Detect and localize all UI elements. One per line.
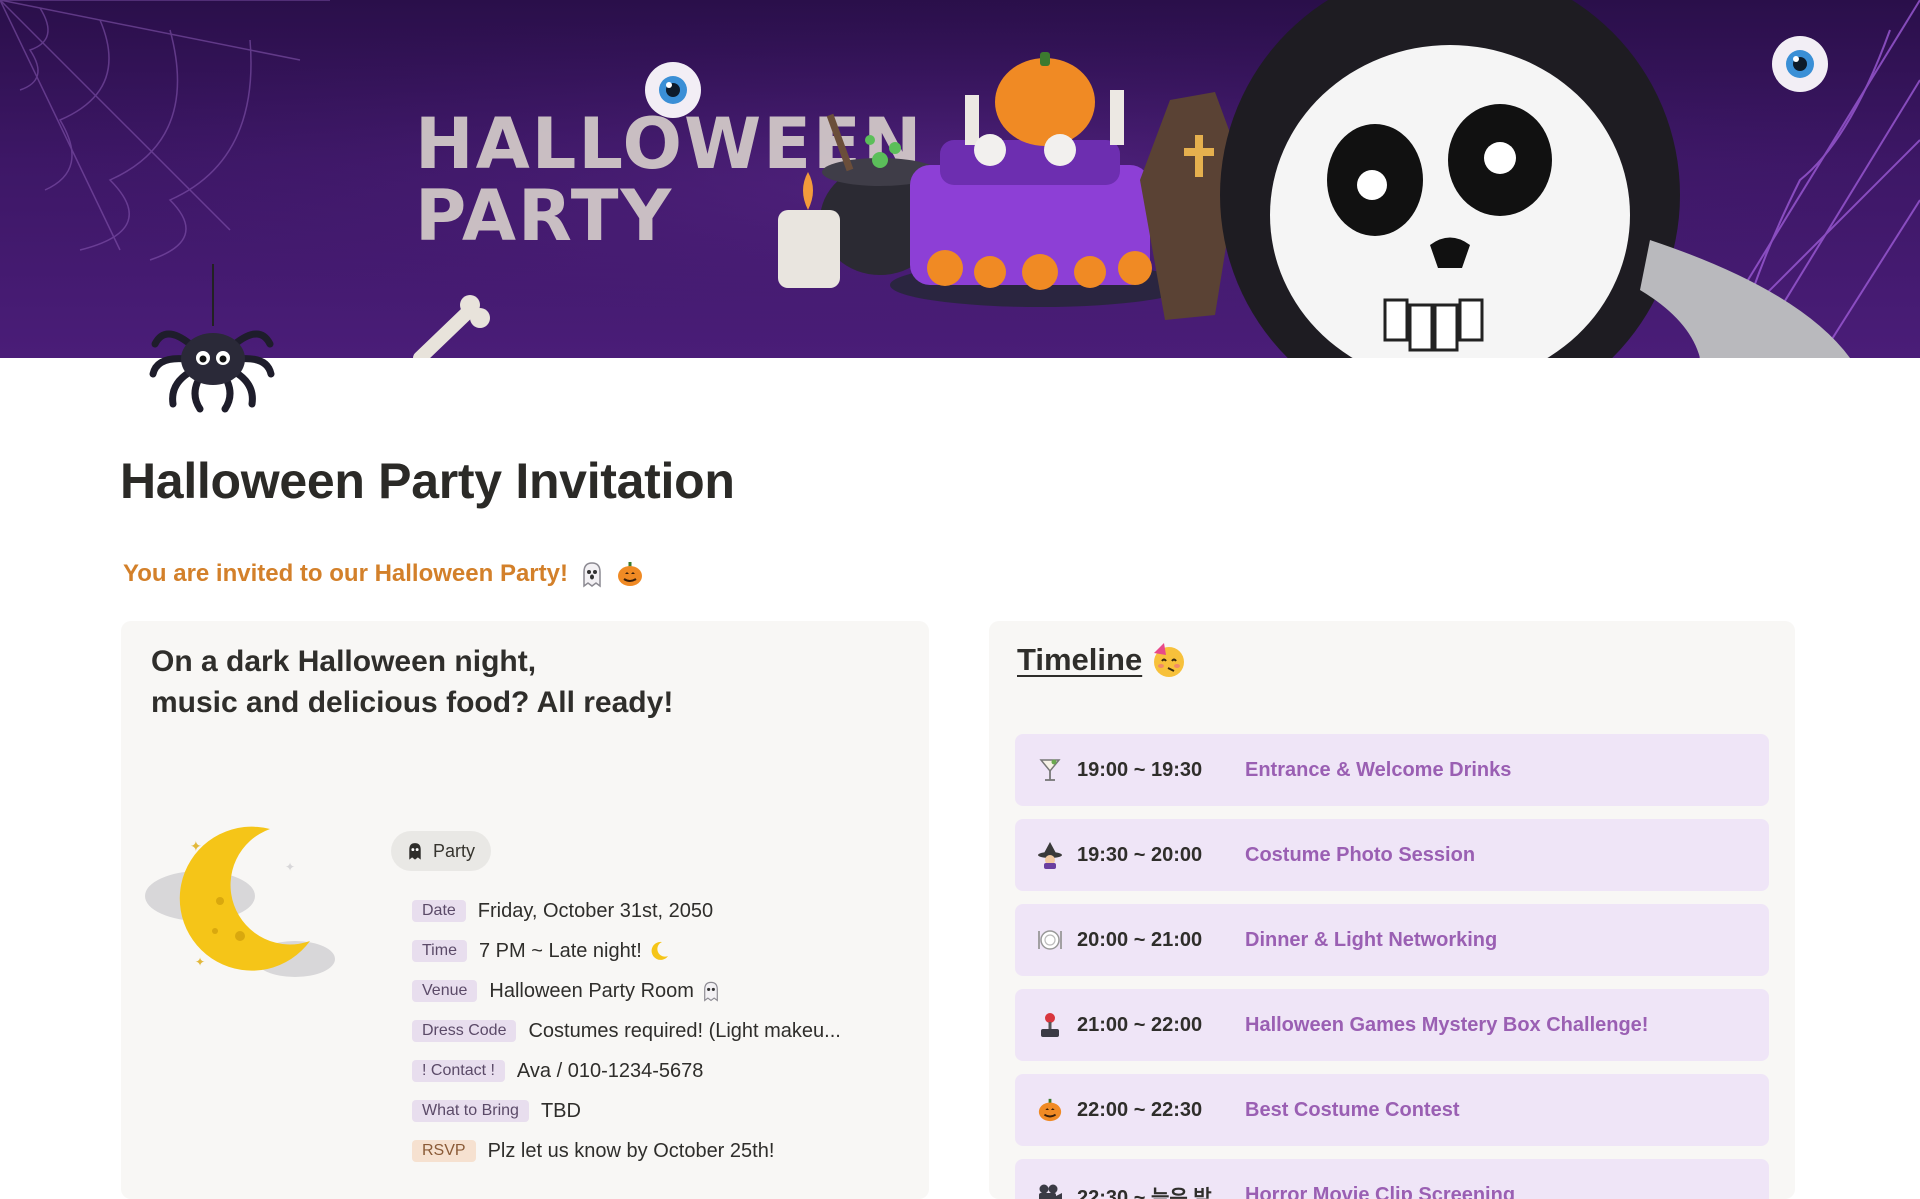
svg-text:✦: ✦: [190, 838, 202, 854]
joystick-icon: [1035, 1010, 1065, 1040]
property-value: Halloween Party Room: [489, 979, 694, 1002]
spider-icon[interactable]: [145, 264, 275, 424]
timeline-item[interactable]: 22:00 ~ 22:30 Best Costume Contest: [1015, 1074, 1769, 1146]
timeline-item[interactable]: 21:00 ~ 22:00 Halloween Games Mystery Bo…: [1015, 989, 1769, 1061]
property-value[interactable]: TBD: [541, 1100, 581, 1123]
banner-illustration: HALLOWEEN PARTY: [0, 0, 1920, 358]
property-value[interactable]: Ava / 010-1234-5678: [517, 1060, 703, 1083]
property-value[interactable]: Plz let us know by October 25th!: [488, 1140, 775, 1163]
invite-text: You are invited to our Halloween Party!: [123, 560, 568, 587]
timeline-item[interactable]: 20:00 ~ 21:00 Dinner & Light Networking: [1015, 904, 1769, 976]
timeline-item[interactable]: 19:00 ~ 19:30 Entrance & Welcome Drinks: [1015, 734, 1769, 806]
timeline-time: 19:00 ~ 19:30: [1077, 758, 1203, 781]
property-value-wrap[interactable]: Halloween Party Room: [489, 980, 722, 1003]
intro-heading-line1: On a dark Halloween night,: [151, 645, 537, 678]
property-label: RSVP: [412, 1140, 476, 1162]
property-value-wrap[interactable]: 7 PM ~ Late night!: [479, 940, 670, 963]
property-label: Date: [412, 900, 466, 922]
timeline-time: 21:00 ~ 22:00: [1077, 1013, 1203, 1036]
page-title[interactable]: Halloween Party Invitation: [120, 452, 735, 510]
property-row-dress-code: Dress Code Costumes required! (Light mak…: [412, 1011, 841, 1051]
timeline-time: 20:00 ~ 21:00: [1077, 928, 1203, 951]
property-row-rsvp: RSVP Plz let us know by October 25th!: [412, 1131, 841, 1171]
intro-heading: On a dark Halloween night, music and del…: [151, 641, 673, 723]
property-row-contact: ! Contact ! Ava / 010-1234-5678: [412, 1051, 841, 1091]
movie-camera-icon: [1035, 1180, 1065, 1199]
ghost-icon: [578, 560, 606, 588]
property-label: Dress Code: [412, 1020, 517, 1042]
party-face-icon: [1154, 643, 1185, 677]
invite-callout: You are invited to our Halloween Party!: [123, 560, 644, 588]
timeline-card: Timeline 19:00 ~ 19:30 Entrance & Welcom…: [989, 621, 1795, 1199]
property-label: Venue: [412, 980, 478, 1002]
invitation-details-card: On a dark Halloween night, music and del…: [121, 621, 929, 1199]
eyeball-icon: [1772, 36, 1828, 92]
cocktail-icon: [1035, 755, 1065, 785]
property-label: Time: [412, 940, 467, 962]
timeline-title: Horror Movie Clip Screening: [1245, 1183, 1516, 1199]
pumpkin-icon: [1035, 1095, 1065, 1125]
timeline-time: 22:00 ~ 22:30: [1077, 1098, 1203, 1121]
svg-text:✦: ✦: [285, 860, 295, 874]
timeline-list: 19:00 ~ 19:30 Entrance & Welcome Drinks …: [1015, 734, 1769, 1199]
timeline-heading-link[interactable]: Timeline: [1017, 642, 1142, 678]
svg-text:✦: ✦: [195, 955, 205, 969]
intro-heading-line2: music and delicious food? All ready!: [151, 686, 674, 719]
timeline-title: Best Costume Contest: [1245, 1098, 1460, 1121]
property-row-time: Time 7 PM ~ Late night!: [412, 931, 841, 971]
ghost-icon: [405, 841, 425, 861]
timeline-item[interactable]: 19:30 ~ 20:00 Costume Photo Session: [1015, 819, 1769, 891]
timeline-time: 22:30 ~ 늦은 밤: [1077, 1186, 1212, 1199]
ghost-icon: [704, 981, 718, 1002]
timeline-item[interactable]: 22:30 ~ 늦은 밤 Horror Movie Clip Screening: [1015, 1159, 1769, 1199]
property-value[interactable]: Friday, October 31st, 2050: [478, 900, 713, 923]
cover-banner: HALLOWEEN PARTY: [0, 0, 1920, 358]
tag-chip-party[interactable]: Party: [391, 831, 492, 871]
property-list: Date Friday, October 31st, 2050 Time 7 P…: [412, 891, 841, 1171]
timeline-heading: Timeline: [1017, 641, 1188, 679]
property-value: 7 PM ~ Late night!: [478, 939, 642, 962]
timeline-title: Halloween Games Mystery Box Challenge!: [1245, 1013, 1649, 1036]
plate-icon: [1035, 925, 1065, 955]
property-label: What to Bring: [412, 1100, 529, 1122]
property-label: ! Contact !: [412, 1060, 505, 1082]
crescent-moon-icon: [651, 941, 668, 960]
timeline-title: Dinner & Light Networking: [1245, 928, 1498, 951]
property-value[interactable]: Costumes required! (Light makeu...: [528, 1020, 840, 1043]
witch-icon: [1035, 840, 1065, 870]
property-row-what-to-bring: What to Bring TBD: [412, 1091, 841, 1131]
tag-label: Party: [433, 840, 476, 861]
eyeball-icon: [645, 62, 701, 118]
pumpkin-icon: [616, 560, 644, 588]
timeline-title: Costume Photo Session: [1245, 843, 1476, 866]
property-row-date: Date Friday, October 31st, 2050: [412, 891, 841, 931]
timeline-time: 19:30 ~ 20:00: [1077, 843, 1203, 866]
banner-title-line2: PARTY: [415, 175, 673, 257]
crescent-moon-icon: ✦ ✦ ✦: [145, 821, 335, 981]
timeline-title: Entrance & Welcome Drinks: [1245, 758, 1512, 781]
property-row-venue: Venue Halloween Party Room: [412, 971, 841, 1011]
